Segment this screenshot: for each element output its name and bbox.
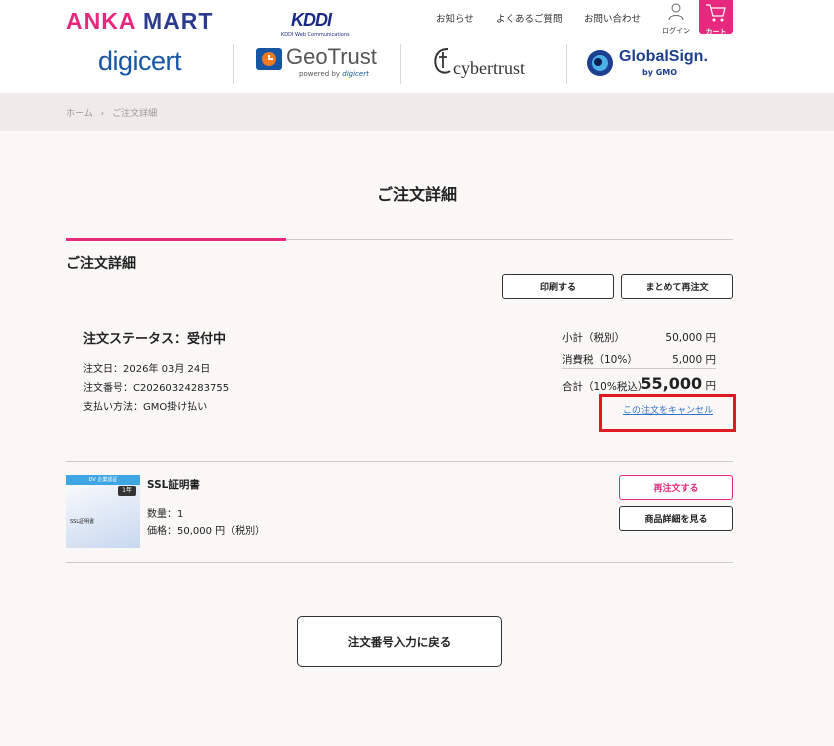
tax-value: 5,000 円 [672, 354, 716, 366]
login-label: ログイン [662, 27, 690, 35]
geotrust-mark-icon [256, 48, 282, 70]
order-status: 注文ステータス：受付中 [83, 332, 227, 347]
total-label: 合計（10%税込） [562, 381, 649, 393]
order-number: 注文番号：C20260324283755 [83, 383, 230, 394]
nav-news[interactable]: お知らせ [436, 11, 474, 25]
product-divider [66, 461, 733, 462]
section-accent-bar [66, 238, 286, 241]
highlight-box [599, 394, 736, 432]
nav-contact[interactable]: お問い合わせ [584, 11, 641, 25]
total-unit: 円 [705, 380, 717, 392]
nav-faq[interactable]: よくあるご質問 [496, 11, 563, 25]
user-icon [668, 3, 684, 21]
section-title: ご注文詳細 [66, 256, 136, 272]
globalsign-mark-icon [587, 50, 613, 76]
product-thumbnail[interactable]: DV 企業認証 1年 SSL証明書 [66, 475, 140, 548]
brand-divider [400, 44, 401, 84]
breadcrumb: ホーム › ご注文詳細 [66, 106, 157, 119]
back-to-order-input-button[interactable]: 注文番号入力に戻る [297, 616, 502, 667]
brand-divider [233, 44, 234, 84]
product-quantity: 数量：1 [147, 509, 184, 520]
total-row: 合計（10%税込） 55,000 円 [562, 374, 716, 394]
price-divider [562, 368, 716, 369]
breadcrumb-home[interactable]: ホーム [66, 109, 93, 119]
login-button[interactable]: ログイン [662, 3, 690, 36]
cybertrust-mark-icon [434, 48, 451, 74]
breadcrumb-separator: › [100, 109, 105, 119]
brand-divider [566, 44, 567, 84]
subtotal-value: 50,000 円 [665, 332, 716, 344]
site-header: ANKA MART KDDI KDDI Web Communications お… [0, 0, 834, 93]
globalsign-logo[interactable]: GlobalSign. by GMO [586, 44, 716, 84]
payment-method: 支払い方法：GMO掛け払い [83, 402, 208, 413]
geotrust-logo[interactable]: GeoTrust powered by digicert [256, 44, 386, 84]
page-title: ご注文詳細 [376, 185, 457, 204]
product-name[interactable]: SSL証明書 [147, 477, 200, 492]
digicert-logo[interactable]: digicert [98, 46, 182, 86]
list-divider [66, 562, 733, 563]
product-detail-button[interactable]: 商品詳細を見る [619, 506, 733, 531]
total-value: 55,000 [640, 374, 703, 393]
cybertrust-logo[interactable]: cybertrust [432, 44, 542, 84]
order-date: 注文日：2026年 03月 24日 [83, 364, 211, 375]
product-price: 価格：50,000 円（税別） [147, 526, 266, 537]
cart-icon [706, 4, 726, 22]
subtotal-label: 小計（税別） [562, 332, 625, 344]
print-button[interactable]: 印刷する [502, 274, 614, 299]
kddi-logo: KDDI KDDI Web Communications [281, 10, 350, 38]
cart-button[interactable]: カート [699, 0, 733, 36]
breadcrumb-current: ご注文詳細 [112, 109, 158, 119]
tax-label: 消費税（10%） [562, 354, 638, 366]
reorder-all-button[interactable]: まとめて再注文 [621, 274, 733, 299]
reorder-button[interactable]: 再注文する [619, 475, 733, 500]
cart-label: カート [705, 28, 727, 36]
anka-mart-logo[interactable]: ANKA MART [66, 8, 213, 35]
